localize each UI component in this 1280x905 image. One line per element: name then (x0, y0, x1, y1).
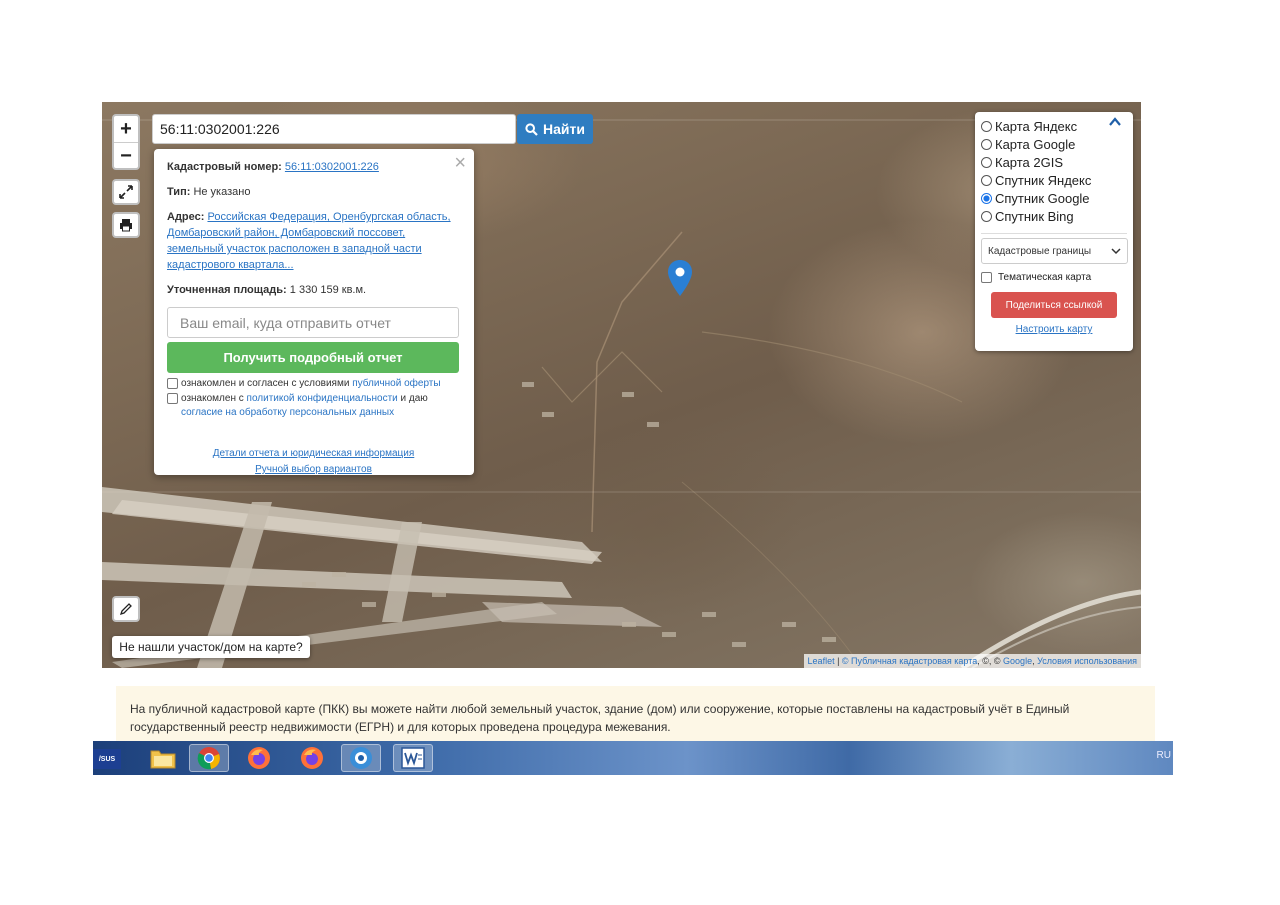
search-button[interactable]: Найти (517, 114, 593, 144)
layer-option-label: Карта Яндекс (995, 118, 1078, 134)
zoom-out-button[interactable]: − (114, 142, 138, 168)
radio-icon (981, 138, 992, 150)
app-taskbar-button[interactable] (341, 744, 381, 772)
area-value: 1 330 159 кв.м. (289, 284, 367, 296)
info-notice: На публичной кадастровой карте (ПКК) вы … (116, 686, 1155, 741)
manual-selection-link[interactable]: Ручной выбор вариантов (255, 464, 372, 475)
layer-option-label: Спутник Яндекс (995, 172, 1092, 188)
layers-panel: Карта Яндекс Карта Google Карта 2GIS Спу… (975, 112, 1133, 351)
cadastral-number-link[interactable]: 56:11:0302001:226 (285, 161, 379, 173)
area-label: Уточненная площадь: (167, 284, 287, 296)
layer-option-label: Карта Google (995, 136, 1076, 152)
radio-icon (981, 174, 992, 186)
not-found-button[interactable]: Не нашли участок/дом на карте? (112, 636, 310, 658)
firefox-icon (301, 747, 323, 769)
chevron-down-icon (1111, 247, 1121, 254)
expand-icon (119, 185, 133, 199)
radio-selected-icon (981, 192, 992, 204)
firefox-taskbar-button-2[interactable] (292, 744, 332, 772)
radio-icon (981, 120, 992, 132)
parcel-info-popup: × Кадастровый номер: 56:11:0302001:226 Т… (154, 149, 474, 475)
pkk-link[interactable]: © Публичная кадастровая карта (842, 656, 977, 666)
thematic-map-label: Тематическая карта (998, 271, 1092, 283)
word-icon (401, 747, 425, 769)
info-text: На публичной кадастровой карте (ПКК) вы … (130, 702, 1070, 734)
fullscreen-button[interactable] (112, 179, 140, 205)
attribution-middle: , ©, © (977, 656, 1001, 666)
personal-data-consent-link[interactable]: согласие на обработку персональных данны… (181, 407, 394, 418)
map-attribution: Leaflet | © Публичная кадастровая карта,… (803, 654, 1141, 668)
offer-consent-row: ознакомлен и согласен с условиями публич… (167, 377, 460, 391)
firefox-icon (248, 747, 270, 769)
location-pin-icon[interactable] (668, 260, 692, 296)
layer-option-google-map[interactable]: Карта Google (981, 135, 1127, 153)
offer-consent-checkbox[interactable] (167, 378, 178, 389)
chrome-taskbar-button[interactable] (189, 744, 229, 772)
layer-option-label: Спутник Google (995, 190, 1090, 206)
report-details-link[interactable]: Детали отчета и юридическая информация (213, 448, 415, 459)
layer-option-yandex-map[interactable]: Карта Яндекс (981, 117, 1127, 135)
privacy-consent-checkbox[interactable] (167, 393, 178, 404)
chevron-up-icon[interactable] (1109, 117, 1121, 127)
type-label: Тип: (167, 186, 191, 198)
asus-logo[interactable]: /SUS (93, 749, 121, 769)
get-report-button[interactable]: Получить подробный отчет (167, 342, 459, 373)
chrome-icon (197, 747, 220, 770)
word-taskbar-button[interactable] (393, 744, 433, 772)
print-button[interactable] (112, 212, 140, 238)
layer-option-google-satellite[interactable]: Спутник Google (981, 189, 1127, 207)
layer-option-label: Карта 2GIS (995, 154, 1064, 170)
cadastral-search-input[interactable]: 56:11:0302001:226 (152, 114, 516, 144)
search-icon (525, 122, 538, 136)
cadastral-number-label: Кадастровый номер: (167, 161, 282, 173)
google-link[interactable]: Google (1003, 656, 1032, 666)
taskbar: /SUS RU (93, 741, 1173, 775)
email-field[interactable]: Ваш email, куда отправить отчет (167, 307, 459, 338)
overlay-select-value: Кадастровые границы (988, 245, 1092, 257)
share-link-button[interactable]: Поделиться ссылкой (991, 292, 1117, 318)
pencil-icon (119, 603, 132, 616)
file-explorer-taskbar-button[interactable] (143, 744, 183, 772)
radio-icon (981, 210, 992, 222)
layer-option-label: Спутник Bing (995, 208, 1074, 224)
printer-icon (120, 219, 132, 232)
layer-option-yandex-satellite[interactable]: Спутник Яндекс (981, 171, 1127, 189)
type-value: Не указано (193, 186, 251, 198)
globe-app-icon (350, 747, 372, 769)
overlay-select[interactable]: Кадастровые границы (981, 238, 1128, 264)
language-indicator[interactable]: RU (1157, 750, 1171, 761)
firefox-taskbar-button-1[interactable] (239, 744, 279, 772)
close-icon[interactable]: × (454, 152, 466, 175)
search-button-label: Найти (543, 121, 585, 137)
layer-option-2gis-map[interactable]: Карта 2GIS (981, 153, 1127, 171)
address-label: Адрес: (167, 211, 205, 223)
public-offer-link[interactable]: публичной оферты (352, 378, 440, 389)
radio-icon (981, 156, 992, 168)
privacy-consent-row: ознакомлен с политикой конфиденциальност… (167, 392, 460, 420)
privacy-consent-text: ознакомлен с (181, 393, 244, 404)
offer-consent-text: ознакомлен и согласен с условиями (181, 378, 350, 389)
terms-link[interactable]: Условия использования (1037, 656, 1137, 666)
draw-button[interactable] (112, 596, 140, 622)
zoom-control: + − (112, 114, 140, 170)
thematic-map-checkbox[interactable] (981, 272, 992, 283)
layer-option-bing-satellite[interactable]: Спутник Bing (981, 207, 1127, 225)
folder-icon (150, 750, 176, 769)
leaflet-link[interactable]: Leaflet (808, 656, 835, 666)
privacy-consent-mid: и даю (400, 393, 428, 404)
configure-map-link[interactable]: Настроить карту (981, 324, 1127, 335)
privacy-policy-link[interactable]: политикой конфиденциальности (247, 393, 398, 404)
divider (981, 233, 1127, 234)
popup-links: Детали отчета и юридическая информация Р… (167, 446, 460, 478)
thematic-map-row[interactable]: Тематическая карта (981, 271, 1127, 283)
address-link[interactable]: Российская Федерация, Оренбургская облас… (167, 211, 451, 271)
zoom-in-button[interactable]: + (114, 116, 138, 142)
